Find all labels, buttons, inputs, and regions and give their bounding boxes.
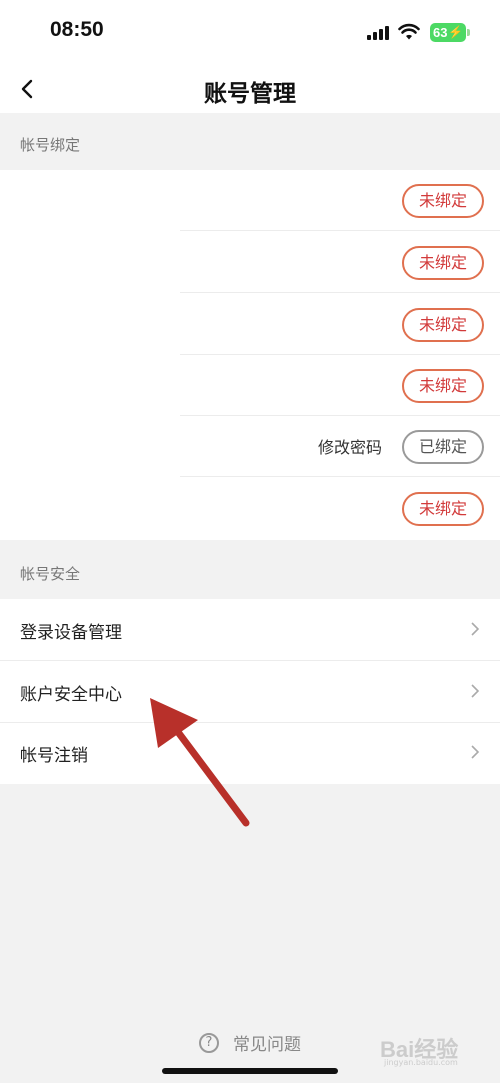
watermark-subtext: jingyan.baidu.com bbox=[384, 1058, 458, 1067]
section-header-security: 帐号安全 bbox=[0, 540, 500, 599]
battery-level: 63 bbox=[433, 25, 448, 40]
row-divider bbox=[180, 292, 500, 293]
list-item-account-security-center[interactable]: 账户安全中心 bbox=[0, 661, 500, 723]
home-indicator bbox=[162, 1068, 338, 1074]
help-circle-icon: ? bbox=[199, 1032, 219, 1053]
page-title: 账号管理 bbox=[204, 81, 296, 107]
section-header-binding: 帐号绑定 bbox=[0, 113, 500, 170]
row-divider bbox=[180, 476, 500, 477]
wifi-icon bbox=[398, 23, 420, 40]
binding-row[interactable]: 未绑定 bbox=[0, 294, 500, 355]
status-bar: 08:50 63 ⚡ bbox=[0, 0, 500, 68]
status-time: 08:50 bbox=[50, 18, 104, 41]
unbound-status-button[interactable]: 未绑定 bbox=[402, 492, 484, 526]
list-item-label: 登录设备管理 bbox=[20, 623, 122, 643]
signal-icon bbox=[367, 26, 389, 40]
list-item-device-management[interactable]: 登录设备管理 bbox=[0, 599, 500, 661]
charging-bolt-icon: ⚡ bbox=[448, 25, 463, 39]
binding-row[interactable]: 未绑定 bbox=[0, 355, 500, 416]
binding-row[interactable]: 未绑定 bbox=[0, 478, 500, 539]
unbound-status-button[interactable]: 未绑定 bbox=[402, 369, 484, 403]
list-item-label: 账户安全中心 bbox=[20, 685, 122, 705]
bound-status-button[interactable]: 已绑定 bbox=[402, 430, 484, 464]
watermark: Bai经验 jingyan.baidu.com bbox=[380, 1024, 495, 1074]
nav-bar: 账号管理 bbox=[0, 68, 500, 113]
list-item-label: 帐号注销 bbox=[20, 746, 88, 766]
security-list: 登录设备管理 账户安全中心 帐号注销 bbox=[0, 599, 500, 784]
faq-label: 常见问题 bbox=[233, 1035, 301, 1055]
unbound-status-button[interactable]: 未绑定 bbox=[402, 184, 484, 218]
chevron-right-icon bbox=[471, 745, 480, 759]
unbound-status-button[interactable]: 未绑定 bbox=[402, 308, 484, 342]
binding-row[interactable]: 未绑定 bbox=[0, 232, 500, 293]
binding-row[interactable]: 未绑定 bbox=[0, 170, 500, 231]
list-item-account-deletion[interactable]: 帐号注销 bbox=[0, 722, 500, 784]
chevron-right-icon bbox=[471, 622, 480, 636]
binding-list: 未绑定 未绑定 未绑定 未绑定 修改密码 已绑定 未绑定 bbox=[0, 170, 500, 540]
chevron-right-icon bbox=[471, 684, 480, 698]
change-password-label: 修改密码 bbox=[317, 438, 382, 457]
binding-row-password[interactable]: 修改密码 已绑定 bbox=[0, 416, 500, 477]
unbound-status-button[interactable]: 未绑定 bbox=[402, 246, 484, 280]
battery-icon: 63 ⚡ bbox=[430, 23, 470, 42]
row-divider bbox=[180, 230, 500, 231]
